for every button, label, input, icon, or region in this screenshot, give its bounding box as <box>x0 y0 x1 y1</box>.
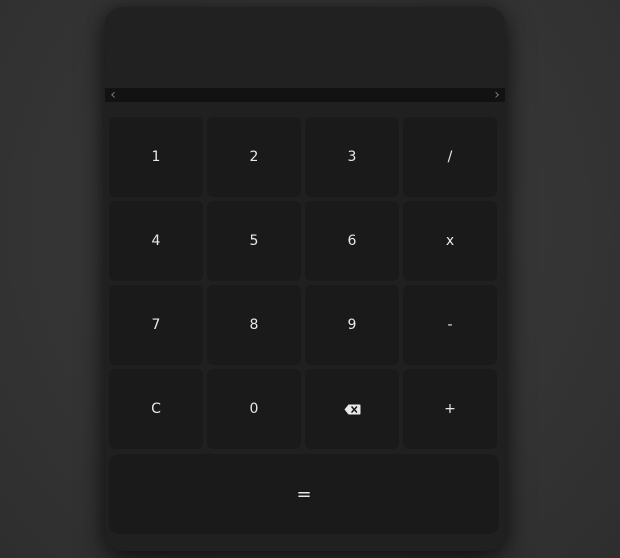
key-backspace[interactable] <box>305 369 399 449</box>
keypad: 1 2 3 / 4 5 6 x 7 8 9 - C 0 + = <box>105 102 505 551</box>
scroll-right-icon[interactable]: › <box>490 88 504 102</box>
key-equals[interactable]: = <box>109 454 499 534</box>
key-7[interactable]: 7 <box>109 285 203 365</box>
key-subtract[interactable]: - <box>403 285 497 365</box>
key-add[interactable]: + <box>403 369 497 449</box>
key-8[interactable]: 8 <box>207 285 301 365</box>
scroll-left-icon[interactable]: ‹ <box>106 88 120 102</box>
key-clear[interactable]: C <box>109 369 203 449</box>
key-multiply[interactable]: x <box>403 201 497 281</box>
display <box>105 7 505 88</box>
key-4[interactable]: 4 <box>109 201 203 281</box>
backspace-icon <box>344 404 361 415</box>
key-6[interactable]: 6 <box>305 201 399 281</box>
key-1[interactable]: 1 <box>109 117 203 197</box>
calculator: ‹ › 1 2 3 / 4 5 6 x 7 8 9 - C 0 + = <box>105 7 505 551</box>
key-0[interactable]: 0 <box>207 369 301 449</box>
key-divide[interactable]: / <box>403 117 497 197</box>
key-3[interactable]: 3 <box>305 117 399 197</box>
display-scrollbar[interactable]: ‹ › <box>105 88 505 102</box>
key-2[interactable]: 2 <box>207 117 301 197</box>
key-5[interactable]: 5 <box>207 201 301 281</box>
key-9[interactable]: 9 <box>305 285 399 365</box>
